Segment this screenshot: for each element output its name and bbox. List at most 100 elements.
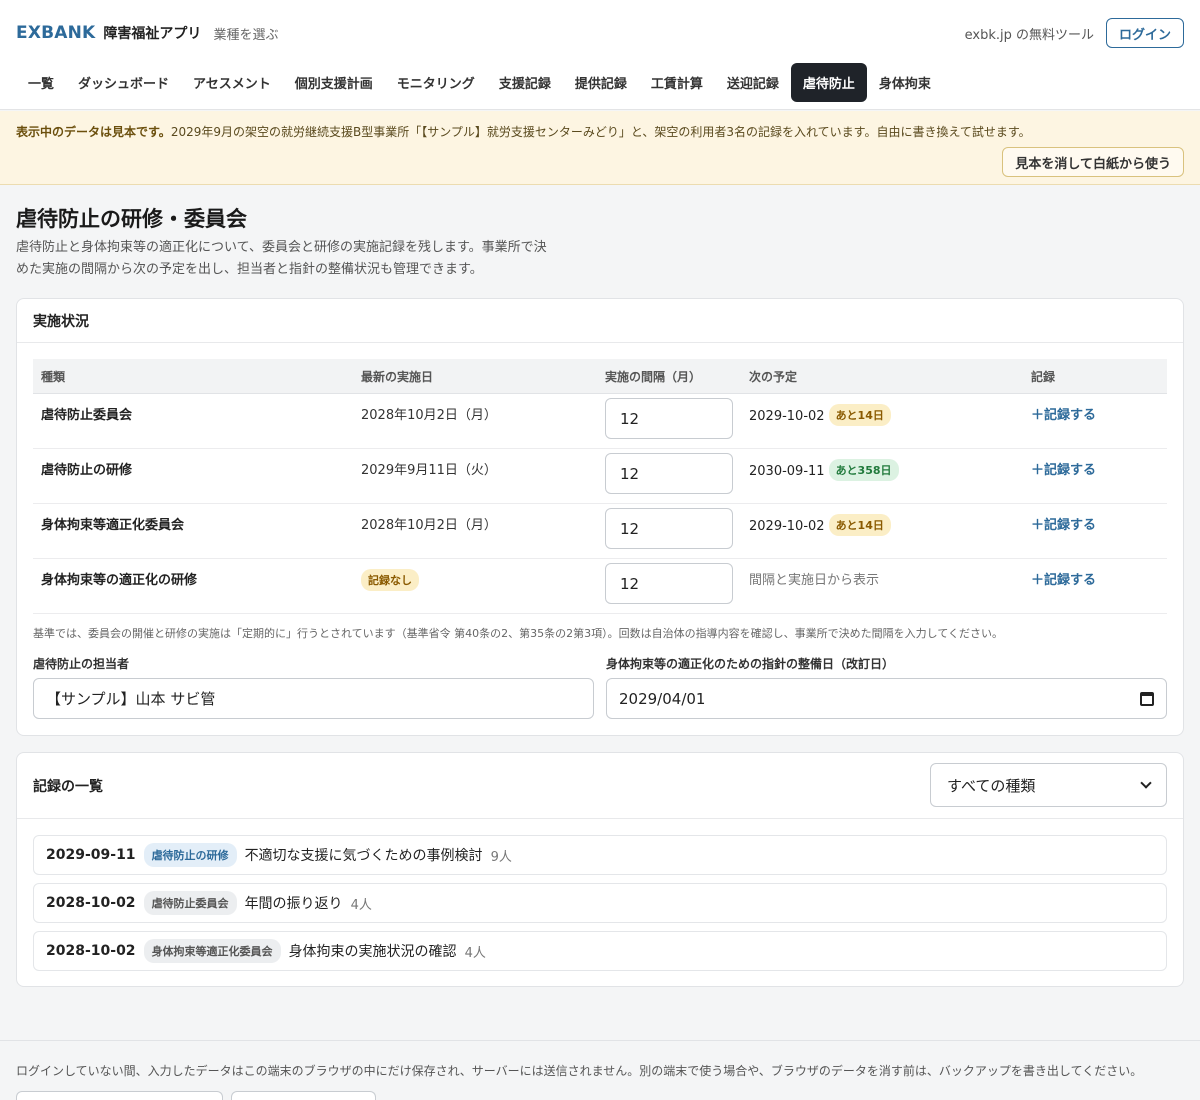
tab-transport-record[interactable]: 送迎記録 — [715, 63, 791, 102]
record-list-header: 記録の一覧 すべての種類 — [17, 753, 1183, 819]
footer-button[interactable] — [231, 1091, 376, 1100]
clear-sample-button[interactable]: 見本を消して白紙から使う — [1002, 147, 1184, 177]
brand-row: EXBANK 障害福祉アプリ 業種を選ぶ exbk.jp の無料ツール ログイン — [16, 18, 1184, 48]
header-latest: 最新の実施日 — [361, 369, 434, 384]
status-card-title: 実施状況 — [17, 299, 1183, 343]
row-record-cell: ＋記録する — [1023, 449, 1167, 503]
row-latest: 2029年9月11日（火） — [361, 463, 497, 478]
standard-note: 基準では、委員会の開催と研修の実施は「定期的に」行うとされています（基準省令 第… — [33, 627, 1003, 640]
row-interval-cell — [597, 394, 741, 448]
interval-input[interactable] — [605, 453, 733, 494]
status-table: 種類 最新の実施日 実施の間隔（月） 次の予定 記録 虐待防止委員会 2028年… — [33, 359, 1167, 614]
table-row: 身体拘束等の適正化の研修 記録なし 間隔と実施日から表示 ＋記録する — [33, 559, 1167, 614]
tab-dashboard[interactable]: ダッシュボード — [66, 63, 181, 102]
notice-text: 表示中のデータは見本です。2029年9月の架空の就労継続支援B型事業所「【サンプ… — [16, 123, 1031, 140]
tab-physical-restraint[interactable]: 身体拘束 — [867, 63, 943, 102]
tab-support-plan[interactable]: 個別支援計画 — [283, 63, 385, 102]
add-record-link[interactable]: ＋記録する — [1031, 573, 1096, 588]
tab-wage-calc[interactable]: 工賃計算 — [639, 63, 715, 102]
guideline-date-value: 2029/04/01 — [619, 689, 706, 708]
tab-support-record[interactable]: 支援記録 — [487, 63, 563, 102]
row-interval-cell — [597, 449, 741, 503]
header-next: 次の予定 — [749, 369, 798, 384]
next-placeholder: 間隔と実施日から表示 — [749, 573, 880, 588]
row-next: 2029-10-02 あと14日 — [741, 504, 1023, 558]
footer-storage-note: ログインしていない間、入力したデータはこの端末のブラウザの中にだけ保存され、サー… — [16, 1064, 1143, 1078]
type-filter-value: すべての種類 — [947, 776, 1036, 795]
add-record-link[interactable]: ＋記録する — [1031, 408, 1096, 423]
list-item[interactable]: 2028-10-02 身体拘束等適正化委員会 身体拘束の実施状況の確認 4人 — [33, 931, 1167, 971]
page-title: 虐待防止の研修・委員会 — [16, 207, 247, 231]
record-list-card: 記録の一覧 すべての種類 2029-09-11 虐待防止の研修 不適切な支援に気… — [16, 752, 1184, 987]
record-title: 身体拘束の実施状況の確認 — [288, 944, 457, 960]
next-date: 2029-10-02 — [749, 409, 825, 424]
type-filter-select[interactable]: すべての種類 — [930, 763, 1167, 807]
row-type: 虐待防止委員会 — [41, 408, 133, 423]
interval-input[interactable] — [605, 563, 733, 604]
record-title: 不適切な支援に気づくための事例検討 — [244, 848, 483, 864]
row-interval-cell — [597, 504, 741, 558]
tab-service-record[interactable]: 提供記録 — [563, 63, 639, 102]
list-item[interactable]: 2029-09-11 虐待防止の研修 不適切な支援に気づくための事例検討 9人 — [33, 835, 1167, 875]
record-count: 9人 — [490, 849, 512, 865]
top-bar: EXBANK 障害福祉アプリ 業種を選ぶ exbk.jp の無料ツール ログイン… — [0, 0, 1200, 110]
calendar-icon[interactable] — [1140, 691, 1154, 706]
days-left-badge: あと358日 — [828, 459, 899, 481]
row-type: 身体拘束等の適正化の研修 — [41, 573, 198, 588]
page-desc-line-2: めた実施の間隔から次の予定を出し、担当者と指針の整備状況も管理できます。 — [16, 262, 483, 277]
row-interval-cell — [597, 559, 741, 613]
footer-button[interactable] — [16, 1091, 223, 1100]
table-row: 虐待防止の研修 2029年9月11日（火） 2030-09-11あと358日 ＋… — [33, 449, 1167, 504]
interval-input[interactable] — [605, 398, 733, 439]
tab-assessment[interactable]: アセスメント — [181, 63, 283, 102]
header-interval: 実施の間隔（月） — [605, 369, 702, 384]
record-type-tag: 虐待防止委員会 — [143, 891, 237, 915]
row-next: 2029-10-02 あと14日 — [741, 394, 1023, 448]
table-row: 身体拘束等適正化委員会 2028年10月2日（月） 2029-10-02あと14… — [33, 504, 1167, 559]
next-date: 2029-10-02 — [749, 519, 825, 534]
free-tool-link[interactable]: exbk.jp の無料ツール — [965, 24, 1094, 43]
footer: ログインしていない間、入力したデータはこの端末のブラウザの中にだけ保存され、サー… — [0, 1040, 1200, 1100]
sample-notice: 表示中のデータは見本です。2029年9月の架空の就労継続支援B型事業所「【サンプ… — [0, 111, 1200, 185]
industry-select-link[interactable]: 業種を選ぶ — [213, 24, 278, 43]
table-row: 虐待防止委員会 2028年10月2日（月） 2029-10-02あと14日 ＋記… — [33, 394, 1167, 449]
days-left-badge: あと14日 — [828, 514, 891, 536]
guideline-label: 身体拘束等の適正化のための指針の整備日（改訂日） — [606, 657, 895, 671]
row-latest: 2028年10月2日（月） — [361, 518, 497, 533]
manager-input[interactable]: 【サンプル】山本 サビ管 — [33, 678, 594, 719]
tab-abuse-prevention[interactable]: 虐待防止 — [790, 63, 867, 102]
row-next: 2030-09-11 あと358日 — [741, 449, 1023, 503]
notice-body: 2029年9月の架空の就労継続支援B型事業所「【サンプル】就労支援センターみどり… — [170, 125, 1031, 139]
app-name[interactable]: 障害福祉アプリ — [103, 23, 201, 43]
header-record: 記録 — [1031, 369, 1056, 384]
record-date: 2028-10-02 — [46, 943, 136, 959]
tab-list[interactable]: 一覧 — [16, 63, 66, 102]
manager-label: 虐待防止の担当者 — [33, 657, 130, 671]
row-type: 虐待防止の研修 — [41, 463, 133, 478]
header-type: 種類 — [41, 369, 66, 384]
tab-monitoring[interactable]: モニタリング — [385, 63, 487, 102]
row-latest: 2028年10月2日（月） — [361, 408, 497, 423]
page-description: 虐待防止と身体拘束等の適正化について、委員会と研修の実施記録を残します。事業所で… — [16, 237, 576, 281]
row-record-cell: ＋記録する — [1023, 559, 1167, 613]
page-desc-line-1: 虐待防止と身体拘束等の適正化について、委員会と研修の実施記録を残します。事業所で… — [16, 240, 547, 255]
next-date: 2030-09-11 — [749, 464, 825, 479]
chevron-down-icon — [1140, 777, 1152, 789]
guideline-date-input[interactable]: 2029/04/01 — [606, 678, 1167, 719]
exbank-logo[interactable]: EXBANK — [16, 23, 95, 43]
add-record-link[interactable]: ＋記録する — [1031, 463, 1096, 478]
interval-input[interactable] — [605, 508, 733, 549]
row-type: 身体拘束等適正化委員会 — [41, 518, 185, 533]
add-record-link[interactable]: ＋記録する — [1031, 518, 1096, 533]
record-title: 年間の振り返り — [244, 896, 343, 912]
main-nav: 一覧 ダッシュボード アセスメント 個別支援計画 モニタリング 支援記録 提供記… — [16, 63, 943, 102]
record-count: 4人 — [350, 897, 372, 913]
record-count: 4人 — [464, 945, 486, 961]
status-table-header: 種類 最新の実施日 実施の間隔（月） 次の予定 記録 — [33, 359, 1167, 394]
notice-bold: 表示中のデータは見本です。 — [16, 125, 171, 139]
record-type-tag: 身体拘束等適正化委員会 — [143, 939, 281, 963]
record-type-tag: 虐待防止の研修 — [143, 843, 237, 867]
login-button[interactable]: ログイン — [1105, 18, 1184, 48]
days-left-badge: あと14日 — [828, 404, 891, 426]
list-item[interactable]: 2028-10-02 虐待防止委員会 年間の振り返り 4人 — [33, 883, 1167, 923]
